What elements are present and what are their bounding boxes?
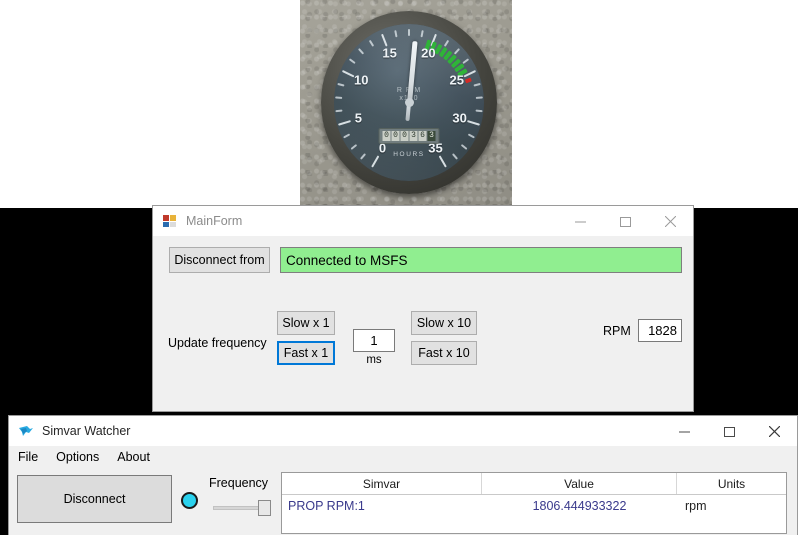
tachometer-photo: 05101520253035 R P M x100 000363 HOURS bbox=[300, 0, 512, 205]
hour-meter-digit: 6 bbox=[419, 131, 427, 141]
simvar-table-header: Simvar Value Units bbox=[282, 473, 786, 495]
column-header-units[interactable]: Units bbox=[677, 473, 786, 494]
connection-status-led bbox=[181, 492, 198, 509]
close-icon[interactable] bbox=[752, 416, 797, 446]
slow-x10-button[interactable]: Slow x 10 bbox=[411, 311, 477, 335]
simvar-watcher-title: Simvar Watcher bbox=[42, 424, 130, 438]
rpm-label: RPM bbox=[603, 324, 631, 338]
hour-meter-digit: 0 bbox=[383, 131, 391, 141]
gauge-number-20: 20 bbox=[421, 46, 435, 61]
minimize-icon[interactable] bbox=[662, 416, 707, 446]
menu-item-file[interactable]: File bbox=[9, 448, 47, 466]
interval-input[interactable]: 1 bbox=[353, 329, 395, 352]
simvar-watcher-titlebar[interactable]: Simvar Watcher bbox=[9, 416, 797, 446]
frequency-label: Frequency bbox=[209, 476, 268, 490]
hour-meter-digit: 3 bbox=[428, 131, 436, 141]
simvar-menubar: File Options About bbox=[9, 446, 797, 468]
simvar-table: Simvar Value Units PROP RPM:1 1806.44493… bbox=[281, 472, 787, 534]
hour-meter-digit: 0 bbox=[401, 131, 409, 141]
simvar-watcher-window: Simvar Watcher File Options About Discon… bbox=[8, 415, 798, 535]
rpm-value-field[interactable]: 1828 bbox=[638, 319, 682, 342]
gauge-number-10: 10 bbox=[354, 72, 368, 87]
gauge-bezel: 05101520253035 R P M x100 000363 HOURS bbox=[321, 11, 497, 194]
table-row[interactable]: PROP RPM:1 1806.444933322 rpm bbox=[282, 495, 786, 517]
hour-meter-digit: 3 bbox=[410, 131, 418, 141]
minimize-icon[interactable] bbox=[558, 206, 603, 236]
disconnect-from-button[interactable]: Disconnect from bbox=[169, 247, 270, 273]
mainform-title: MainForm bbox=[186, 214, 242, 228]
mainform-titlebar[interactable]: MainForm bbox=[153, 206, 693, 236]
winforms-app-icon bbox=[162, 213, 178, 229]
fast-x10-button[interactable]: Fast x 10 bbox=[411, 341, 477, 365]
mainform-window: MainForm Disconnect from Connected to MS… bbox=[152, 205, 694, 412]
cell-simvar: PROP RPM:1 bbox=[282, 495, 482, 517]
menu-item-options[interactable]: Options bbox=[47, 448, 108, 466]
gauge-number-5: 5 bbox=[355, 111, 362, 126]
maximize-icon[interactable] bbox=[603, 206, 648, 236]
gauge-number-30: 30 bbox=[452, 111, 466, 126]
simvar-watcher-icon bbox=[18, 423, 34, 439]
gauge-hours-label: HOURS bbox=[393, 151, 424, 158]
column-header-value[interactable]: Value bbox=[482, 473, 677, 494]
gauge-dial: 05101520253035 R P M x100 000363 HOURS bbox=[334, 24, 484, 181]
gauge-hub bbox=[405, 98, 414, 107]
update-frequency-label: Update frequency bbox=[168, 336, 267, 350]
gauge-hour-meter: 000363 bbox=[379, 128, 440, 144]
cell-units: rpm bbox=[677, 495, 786, 517]
simvar-body: Disconnect Frequency Simvar Value Units … bbox=[9, 468, 797, 535]
connection-status-banner: Connected to MSFS bbox=[280, 247, 682, 273]
disconnect-button[interactable]: Disconnect bbox=[17, 475, 172, 523]
mainform-body: Disconnect from Connected to MSFS Update… bbox=[153, 236, 693, 411]
column-header-simvar[interactable]: Simvar bbox=[282, 473, 482, 494]
interval-units-label: ms bbox=[353, 354, 395, 366]
mainform-window-controls bbox=[558, 206, 693, 236]
hour-meter-digit: 0 bbox=[392, 131, 400, 141]
close-icon[interactable] bbox=[648, 206, 693, 236]
frequency-slider-thumb[interactable] bbox=[258, 500, 271, 516]
menu-item-about[interactable]: About bbox=[108, 448, 159, 466]
slow-x1-button[interactable]: Slow x 1 bbox=[277, 311, 335, 335]
frequency-slider[interactable] bbox=[213, 500, 271, 516]
simvar-window-controls bbox=[662, 416, 797, 446]
cell-value: 1806.444933322 bbox=[482, 495, 677, 517]
maximize-icon[interactable] bbox=[707, 416, 752, 446]
fast-x1-button[interactable]: Fast x 1 bbox=[277, 341, 335, 365]
gauge-number-25: 25 bbox=[450, 72, 464, 87]
gauge-number-15: 15 bbox=[382, 46, 396, 61]
